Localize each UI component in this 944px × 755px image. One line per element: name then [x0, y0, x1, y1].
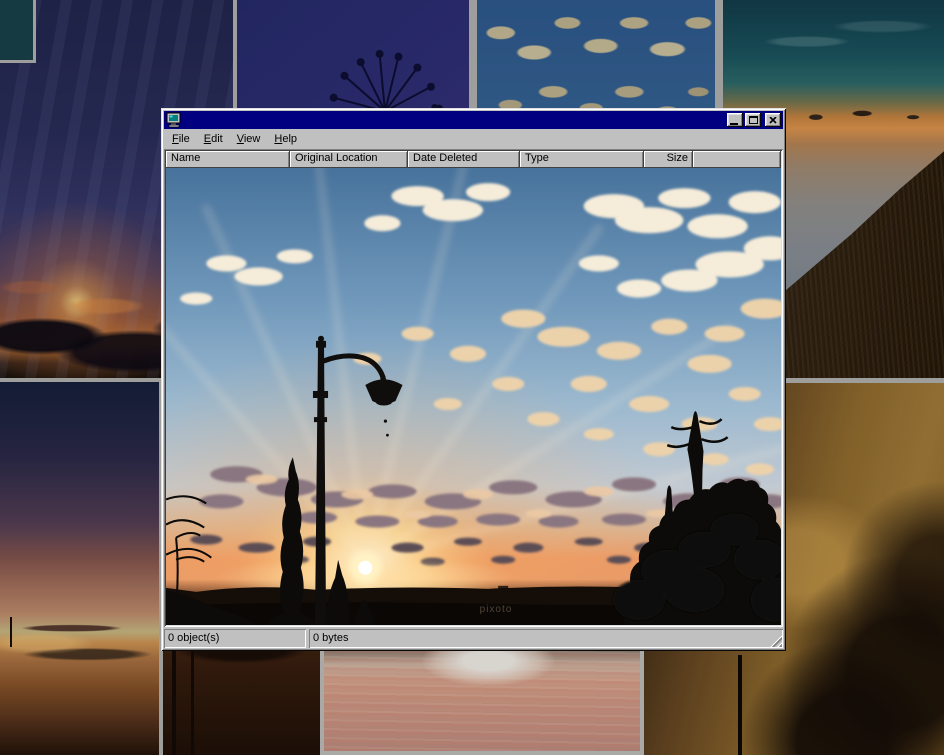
column-header-filler	[693, 151, 781, 168]
close-button[interactable]	[765, 113, 781, 127]
backdrop-photo-purple-lake	[0, 378, 163, 755]
computer-icon	[166, 112, 182, 128]
menu-bar: File Edit View Help	[164, 129, 783, 149]
column-header-original-location[interactable]: Original Location	[290, 151, 408, 168]
status-objects: 0 object(s)	[164, 629, 306, 648]
desktop: File Edit View Help Name Original Locati…	[0, 0, 944, 755]
column-headers: Name Original Location Date Deleted Type…	[166, 151, 781, 168]
column-header-type[interactable]: Type	[520, 151, 644, 168]
column-header-size[interactable]: Size	[644, 151, 693, 168]
maximize-button[interactable]	[745, 113, 761, 127]
file-list: Name Original Location Date Deleted Type…	[164, 149, 783, 627]
menu-file[interactable]: File	[165, 131, 197, 148]
status-bar: 0 object(s) 0 bytes	[164, 629, 783, 648]
close-icon	[769, 117, 777, 124]
amber-pole-silhouette	[738, 655, 742, 755]
sunset-lamp-scene	[166, 168, 781, 625]
water-pole-silhouette	[172, 634, 176, 755]
menu-view[interactable]: View	[230, 131, 268, 148]
minimize-icon	[730, 123, 738, 125]
photo-watermark: pixoto	[480, 604, 513, 615]
menu-edit[interactable]: Edit	[197, 131, 230, 148]
backdrop-photo-teal-corner	[0, 0, 36, 63]
maximize-icon	[749, 116, 758, 124]
menu-help[interactable]: Help	[267, 131, 304, 148]
column-header-date-deleted[interactable]: Date Deleted	[408, 151, 520, 168]
window-titlebar[interactable]	[164, 111, 783, 129]
column-header-name[interactable]: Name	[166, 151, 290, 168]
recycle-bin-window: File Edit View Help Name Original Locati…	[161, 108, 786, 651]
minimize-button[interactable]	[727, 113, 743, 127]
water-pole-silhouette	[191, 645, 194, 755]
folder-background-photo: pixoto	[166, 168, 781, 625]
lake-pole-silhouette	[10, 617, 12, 647]
status-bytes: 0 bytes	[309, 629, 783, 648]
